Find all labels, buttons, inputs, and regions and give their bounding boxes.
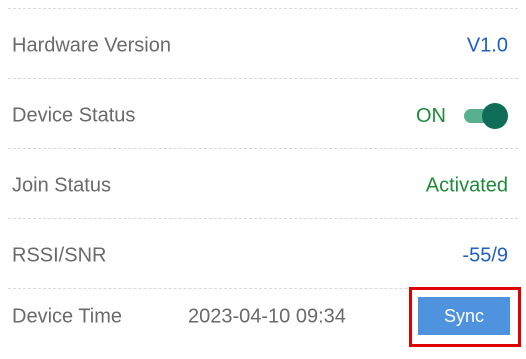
join-status-label: Join Status — [12, 174, 111, 197]
rssi-snr-value: -55/9 — [462, 244, 508, 267]
rssi-snr-label: RSSI/SNR — [12, 244, 107, 267]
toggle-knob — [482, 103, 508, 129]
hardware-version-value: V1.0 — [466, 34, 508, 57]
join-status-value: Activated — [425, 174, 508, 197]
sync-button[interactable]: Sync — [418, 297, 510, 335]
divider — [8, 218, 518, 219]
device-status-toggle[interactable] — [464, 103, 508, 129]
divider — [8, 78, 518, 79]
row-device-status: Device Status ON — [0, 86, 526, 146]
device-status-label: Device Status — [12, 104, 136, 127]
divider — [8, 8, 518, 9]
hardware-version-label: Hardware Version — [12, 34, 171, 57]
row-hardware-version: Hardware Version V1.0 — [0, 16, 526, 76]
device-info-panel: Hardware Version V1.0 Device Status ON J… — [0, 0, 526, 359]
row-join-status: Join Status Activated — [0, 156, 526, 216]
device-status-value: ON — [416, 104, 446, 127]
device-status-control: ON — [416, 103, 508, 129]
divider — [8, 148, 518, 149]
row-rssi-snr: RSSI/SNR -55/9 — [0, 226, 526, 286]
device-time-label: Device Time — [12, 305, 123, 328]
device-time-value: 2023-04-10 09:34 — [188, 305, 346, 328]
